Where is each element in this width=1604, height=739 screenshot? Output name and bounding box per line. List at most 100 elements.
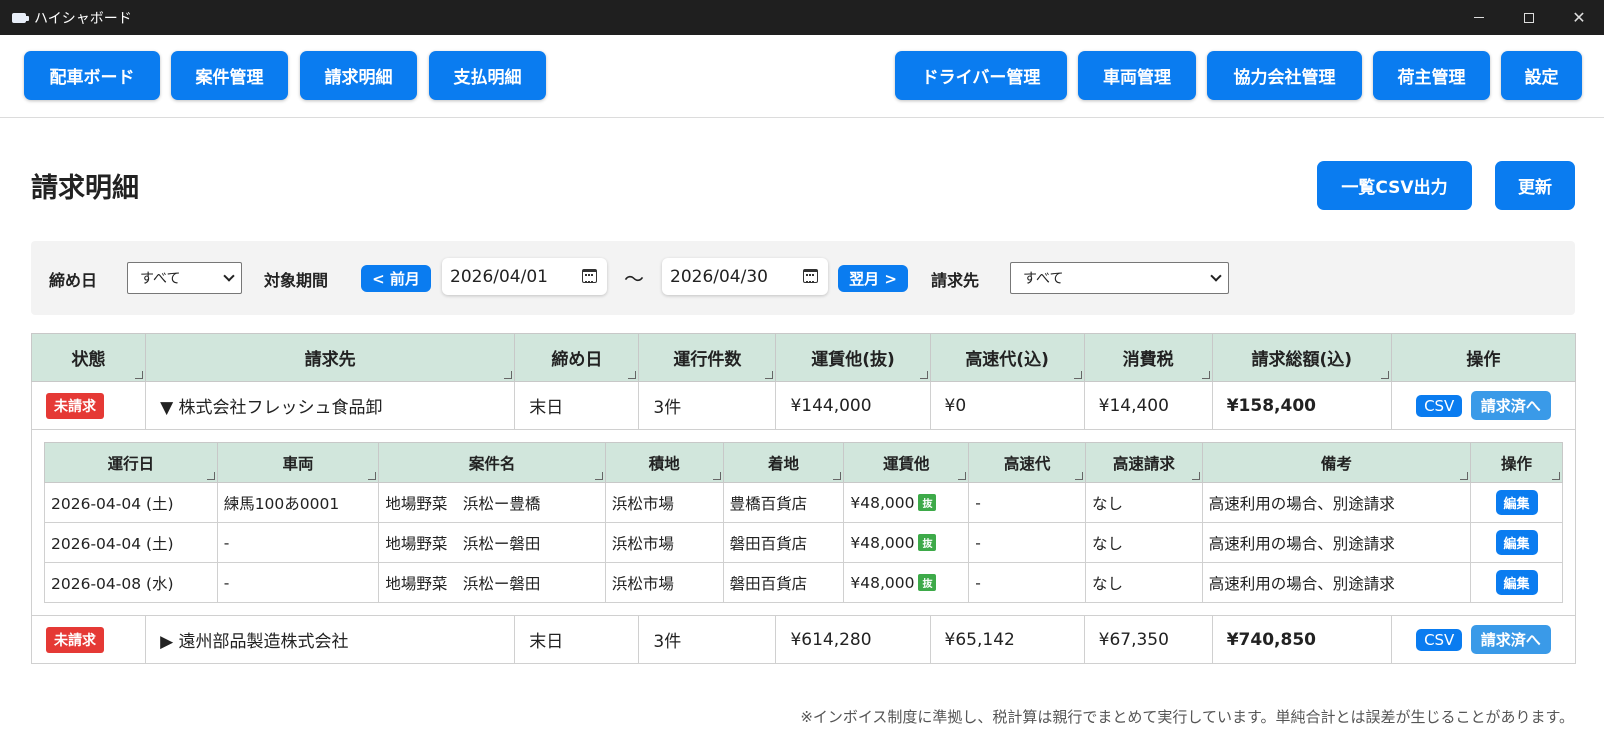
highway-cell: ¥65,142 <box>929 615 1085 664</box>
mark-billed-button[interactable]: 請求済へ <box>1470 391 1551 420</box>
nav-billing-details[interactable]: 請求明細 <box>300 51 417 100</box>
table-row[interactable]: 未請求 ▶ 遠州部品製造株式会社 末日 3件 ¥614,280 ¥65,142 … <box>30 615 1577 664</box>
trip-row[interactable]: 2026-04-04 (土) 練馬100あ0001 地場野菜 浜松ー豊橋 浜松市… <box>44 482 1563 523</box>
note-cell: 高速利用の場合、別途請求 <box>1201 482 1472 523</box>
window-title: ハイシャボード <box>34 10 132 27</box>
edit-button[interactable]: 編集 <box>1495 490 1538 515</box>
resize-grip-icon[interactable] <box>1380 371 1389 379</box>
resize-grip-icon[interactable] <box>1552 472 1560 480</box>
trip-row[interactable]: 2026-04-08 (水) - 地場野菜 浜松ー磐田 浜松市場 磐田百貨店 ¥… <box>44 562 1563 603</box>
client-cell[interactable]: ▼ 株式会社フレッシュ食品卸 <box>145 381 516 430</box>
nav-partner-management[interactable]: 協力会社管理 <box>1207 51 1362 100</box>
nav-payment-details[interactable]: 支払明細 <box>429 51 546 100</box>
trip-date-cell: 2026-04-08 (水) <box>44 562 218 603</box>
nav-settings[interactable]: 設定 <box>1501 51 1582 100</box>
resize-grip-icon[interactable] <box>1201 371 1210 379</box>
unload-point-cell: 豊橋百貨店 <box>722 482 845 523</box>
resize-grip-icon[interactable] <box>206 472 215 480</box>
resize-grip-icon[interactable] <box>958 472 967 480</box>
resize-grip-icon[interactable] <box>504 371 513 379</box>
calendar-icon[interactable] <box>803 269 818 283</box>
col-job-name: 案件名 <box>378 442 606 483</box>
client-cell[interactable]: ▶ 遠州部品製造株式会社 <box>145 615 516 664</box>
trip-date-cell: 2026-04-04 (土) <box>44 482 218 523</box>
edit-button[interactable]: 編集 <box>1495 530 1538 555</box>
col-client-label: 請求先 <box>304 350 356 370</box>
col-actions-label: 操作 <box>1466 350 1501 370</box>
nav-shipper-management[interactable]: 荷主管理 <box>1373 51 1490 100</box>
bill-to-select[interactable]: すべて <box>1010 262 1229 294</box>
col-highway-label: 高速代(込) <box>965 350 1049 370</box>
next-month-button[interactable]: 翌月 > <box>838 265 908 292</box>
col-status-label: 状態 <box>71 350 106 370</box>
resize-grip-icon[interactable] <box>712 472 721 480</box>
tax-excluded-badge: 抜 <box>918 533 937 551</box>
col-fare: 運賃他(抜) <box>775 333 931 382</box>
minimize-button[interactable] <box>1454 0 1504 35</box>
trip-detail-table: 運行日 車両 案件名 積地 着地 運賃他 高速代 高速請求 備考 操作 2026… <box>44 442 1563 603</box>
status-cell: 未請求 <box>30 381 147 430</box>
total-cell: ¥158,400 <box>1211 381 1392 430</box>
title-bar: ハイシャボード ✕ <box>0 0 1604 35</box>
refresh-button[interactable]: 更新 <box>1495 161 1575 210</box>
resize-grip-icon[interactable] <box>1074 472 1083 480</box>
fare-value: ¥48,000 <box>850 493 915 512</box>
col-fare: 運賃他 <box>843 442 970 483</box>
resize-grip-icon[interactable] <box>1191 472 1200 480</box>
nav-vehicle-management[interactable]: 車両管理 <box>1078 51 1196 100</box>
fare-cell: ¥48,000 抜 <box>843 562 970 603</box>
resize-grip-icon[interactable] <box>594 472 603 480</box>
resize-grip-icon[interactable] <box>833 472 842 480</box>
start-date-input[interactable]: 2026/04/01 <box>442 258 607 295</box>
col-vehicle: 車両 <box>216 442 380 483</box>
actions-cell: 編集 <box>1470 482 1563 523</box>
chevron-down-icon <box>1210 270 1222 282</box>
col-closing-label: 締め日 <box>551 350 603 370</box>
actions-cell: CSV 請求済へ <box>1390 381 1577 430</box>
csv-button[interactable]: CSV <box>1416 629 1463 651</box>
fare-cell: ¥614,280 <box>775 615 931 664</box>
maximize-button[interactable] <box>1504 0 1554 35</box>
csv-button[interactable]: CSV <box>1416 395 1463 417</box>
table-row[interactable]: 未請求 ▼ 株式会社フレッシュ食品卸 末日 3件 ¥144,000 ¥0 ¥14… <box>30 381 1577 430</box>
col-unload-point: 着地 <box>722 442 845 483</box>
prev-month-button[interactable]: < 前月 <box>361 265 431 292</box>
vehicle-cell: 練馬100あ0001 <box>216 482 380 523</box>
resize-grip-icon[interactable] <box>628 371 637 379</box>
invoice-footnote: ※インボイス制度に準拠し、税計算は親行でまとめて実行しています。単純合計とは誤差… <box>800 708 1574 726</box>
col-total-label: 請求総額(込) <box>1251 350 1353 370</box>
close-button[interactable]: ✕ <box>1554 0 1604 35</box>
resize-grip-icon[interactable] <box>919 371 928 379</box>
col-actions: 操作 <box>1390 333 1577 382</box>
tax-cell: ¥67,350 <box>1083 615 1213 664</box>
col-actions: 操作 <box>1470 442 1563 483</box>
col-count-label: 運行件数 <box>673 350 742 370</box>
status-badge: 未請求 <box>46 392 104 419</box>
tax-cell: ¥14,400 <box>1083 381 1213 430</box>
closing-cell: 末日 <box>514 615 640 664</box>
calendar-icon[interactable] <box>582 269 597 283</box>
resize-grip-icon[interactable] <box>1460 472 1469 480</box>
csv-export-all-button[interactable]: 一覧CSV出力 <box>1317 161 1472 210</box>
end-date-input[interactable]: 2026/04/30 <box>662 258 828 295</box>
nav-driver-management[interactable]: ドライバー管理 <box>895 51 1067 100</box>
billing-table: 状態 請求先 締め日 運行件数 運賃他(抜) 高速代(込) 消費税 請求総額(込… <box>30 333 1577 664</box>
edit-button[interactable]: 編集 <box>1495 570 1538 595</box>
highway-billing-cell: なし <box>1084 562 1203 603</box>
resize-grip-icon[interactable] <box>135 371 144 379</box>
nav-dispatch-board[interactable]: 配車ボード <box>24 51 160 100</box>
resize-grip-icon[interactable] <box>1073 371 1082 379</box>
closing-day-value: すべて <box>140 271 181 287</box>
maximize-icon <box>1524 12 1534 23</box>
nav-job-management[interactable]: 案件管理 <box>171 51 288 100</box>
unload-point-cell: 磐田百貨店 <box>722 562 845 603</box>
start-date-value: 2026/04/01 <box>450 266 548 287</box>
resize-grip-icon[interactable] <box>368 472 377 480</box>
col-tax: 消費税 <box>1083 333 1213 382</box>
resize-grip-icon[interactable] <box>765 371 774 379</box>
highway-cell: - <box>968 562 1086 603</box>
nav-bar: 配車ボード 案件管理 請求明細 支払明細 ドライバー管理 車両管理 協力会社管理… <box>0 35 1604 118</box>
trip-row[interactable]: 2026-04-04 (土) - 地場野菜 浜松ー磐田 浜松市場 磐田百貨店 ¥… <box>44 522 1563 563</box>
closing-day-select[interactable]: すべて <box>127 262 242 294</box>
mark-billed-button[interactable]: 請求済へ <box>1470 625 1551 654</box>
